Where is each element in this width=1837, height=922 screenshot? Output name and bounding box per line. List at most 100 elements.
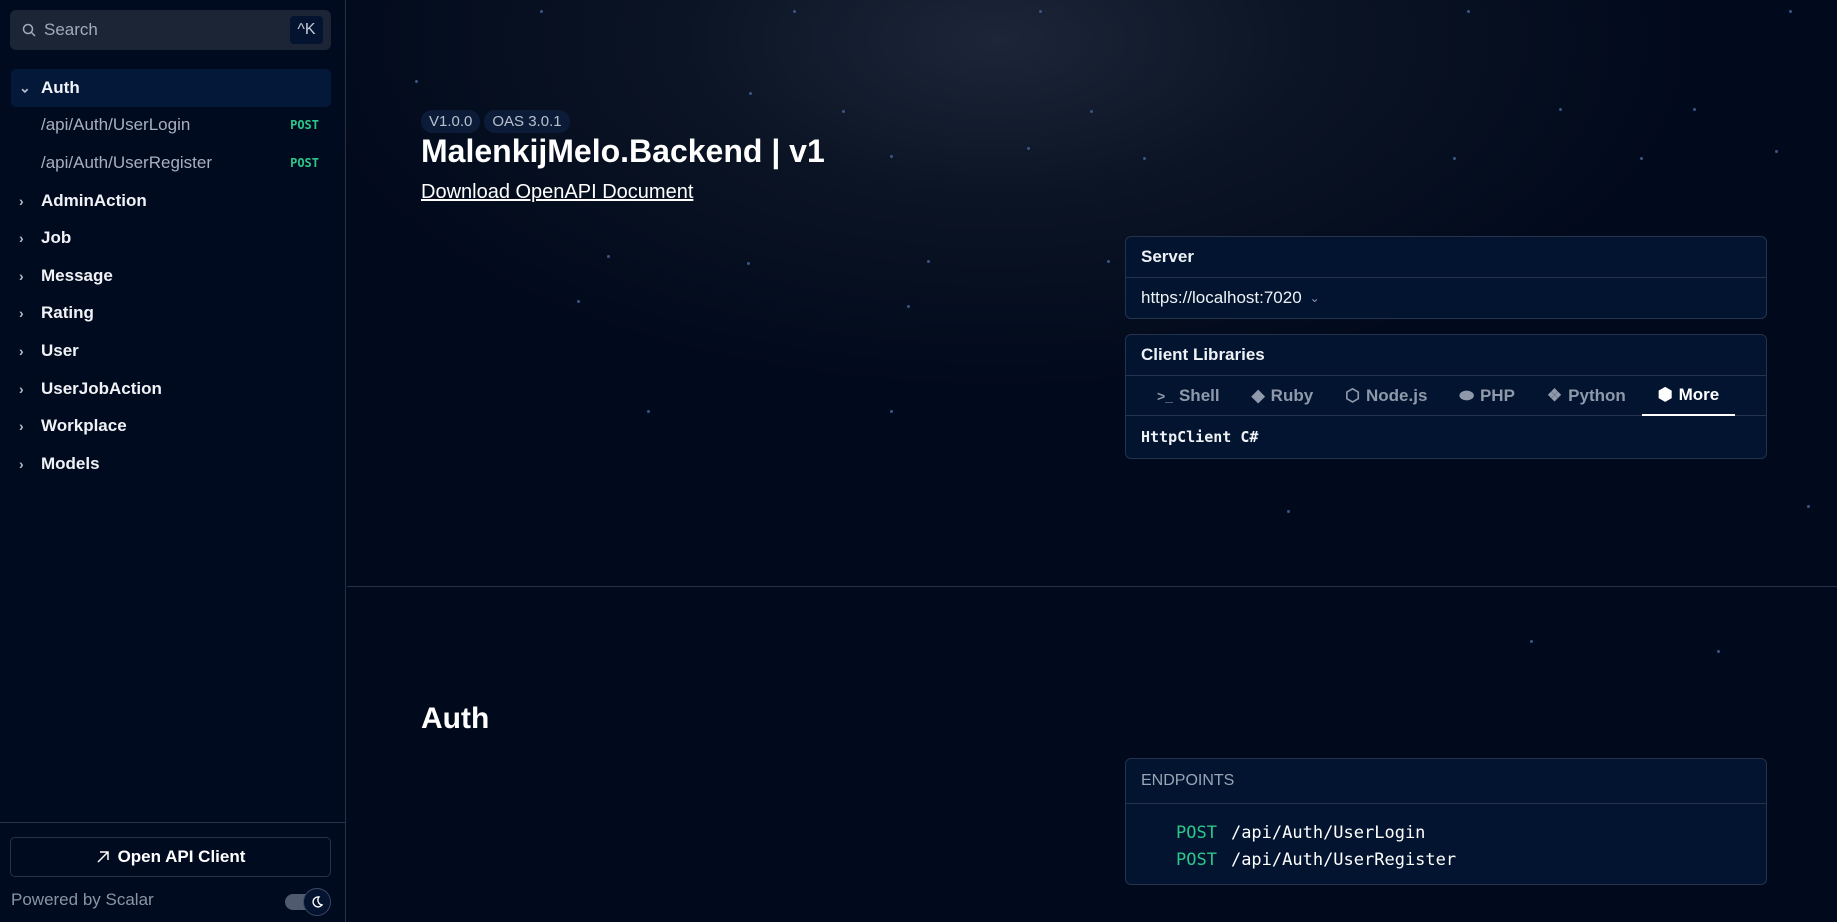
- tab-label: Python: [1568, 385, 1626, 405]
- star-dot: [1467, 10, 1470, 13]
- sidebar: Search ^K ⌄ Auth /api/Auth/UserLogin POST …: [0, 0, 346, 922]
- nodejs-icon: ⬡: [1345, 385, 1361, 405]
- endpoint-path: /api/Auth/UserLogin: [41, 115, 191, 135]
- star-dot: [577, 300, 580, 303]
- download-openapi-link[interactable]: Download OpenAPI Document: [421, 181, 693, 204]
- star-dot: [1789, 10, 1792, 13]
- chevron-right-icon: ›: [19, 267, 24, 284]
- tab-nodejs[interactable]: ⬡ Node.js: [1329, 376, 1443, 416]
- star-dot: [1287, 510, 1290, 513]
- star-dot: [607, 255, 610, 258]
- tab-ruby[interactable]: ◆ Ruby: [1236, 376, 1330, 416]
- method: POST: [1176, 849, 1217, 870]
- tab-label: Ruby: [1270, 385, 1314, 405]
- sidebar-item-label: AdminAction: [41, 190, 147, 210]
- ruby-icon: ◆: [1251, 385, 1265, 405]
- version-badge: V1.0.0: [421, 110, 481, 133]
- star-dot: [1039, 10, 1042, 13]
- chevron-down-icon: ⌄: [19, 79, 31, 96]
- sidebar-item-adminaction[interactable]: › AdminAction: [11, 182, 331, 220]
- chevron-right-icon: ›: [19, 380, 24, 397]
- sidebar-item-job[interactable]: › Job: [11, 219, 331, 257]
- star-dot: [1807, 505, 1810, 508]
- server-card: Server https://localhost:7020 ⌄: [1125, 236, 1767, 319]
- sidebar-nav: ⌄ Auth /api/Auth/UserLogin POST /api/Auth/…: [11, 69, 331, 483]
- star-dot: [1775, 150, 1778, 153]
- star-dot: [540, 10, 543, 13]
- open-api-client-label: Open API Client: [117, 847, 246, 866]
- sidebar-item-label: Auth: [41, 77, 80, 97]
- star-dot: [1530, 640, 1533, 643]
- search-placeholder: Search: [44, 20, 98, 39]
- star-dot: [890, 155, 893, 158]
- oas-badge: OAS 3.0.1: [484, 110, 570, 133]
- sidebar-item-label: User: [41, 340, 79, 360]
- tab-label: Node.js: [1366, 385, 1428, 405]
- sidebar-item-workplace[interactable]: › Workplace: [11, 407, 331, 445]
- version-badges: V1.0.0 OAS 3.0.1: [421, 110, 570, 133]
- sidebar-endpoint-userlogin[interactable]: /api/Auth/UserLogin POST: [11, 107, 331, 145]
- star-dot: [647, 410, 650, 413]
- selected-client[interactable]: HttpClient C#: [1126, 416, 1766, 458]
- star-dot: [1107, 260, 1110, 263]
- tab-python[interactable]: ❖ Python: [1531, 376, 1642, 416]
- star-dot: [1559, 108, 1562, 111]
- method-badge: POST: [290, 155, 319, 170]
- python-icon: ❖: [1546, 385, 1563, 405]
- endpoint-link[interactable]: POST/api/Auth/UserLogin: [1176, 819, 1766, 846]
- endpoint-link[interactable]: POST/api/Auth/UserRegister: [1176, 846, 1766, 873]
- sidebar-item-userjobaction[interactable]: › UserJobAction: [11, 370, 331, 408]
- endpoints-label: ENDPOINTS: [1126, 759, 1766, 804]
- sidebar-item-auth[interactable]: ⌄ Auth: [11, 69, 331, 107]
- star-dot: [1453, 157, 1456, 160]
- chevron-right-icon: ›: [19, 342, 24, 359]
- tab-label: More: [1678, 384, 1720, 404]
- terminal-icon: >_: [1157, 387, 1173, 404]
- open-api-client-button[interactable]: Open API Client: [10, 837, 331, 877]
- star-dot: [1717, 650, 1720, 653]
- sidebar-item-label: Rating: [41, 303, 94, 323]
- tab-more[interactable]: ⬢ More: [1641, 376, 1736, 416]
- star-dot: [927, 260, 930, 263]
- search-icon: [22, 23, 36, 37]
- php-icon: ⬬: [1459, 385, 1474, 405]
- path: /api/Auth/UserRegister: [1230, 849, 1457, 870]
- chevron-right-icon: ›: [19, 305, 24, 322]
- sidebar-item-models[interactable]: › Models: [11, 445, 331, 483]
- moon-icon: [312, 896, 324, 908]
- sidebar-item-label: Workplace: [41, 416, 127, 436]
- powered-by-link[interactable]: Powered by Scalar: [11, 890, 154, 910]
- method-badge: POST: [290, 118, 319, 133]
- chevron-right-icon: ›: [19, 230, 24, 247]
- star-dot: [1090, 110, 1093, 113]
- star-dot: [749, 92, 752, 95]
- star-dot: [890, 410, 893, 413]
- sidebar-item-rating[interactable]: › Rating: [11, 295, 331, 333]
- chevron-right-icon: ›: [19, 418, 24, 435]
- sidebar-item-message[interactable]: › Message: [11, 257, 331, 295]
- sidebar-endpoint-userregister[interactable]: /api/Auth/UserRegister POST: [11, 144, 331, 182]
- tab-label: PHP: [1479, 385, 1515, 405]
- endpoints-card: ENDPOINTS POST/api/Auth/UserLogin POST/a…: [1125, 758, 1767, 885]
- tab-php[interactable]: ⬬ PHP: [1443, 376, 1531, 416]
- chevron-right-icon: ›: [19, 455, 24, 472]
- search-input[interactable]: Search ^K: [10, 10, 331, 50]
- divider: [0, 822, 346, 823]
- main-content: V1.0.0 OAS 3.0.1 MalenkijMelo.Backend | …: [347, 0, 1837, 922]
- csharp-icon: ⬢: [1657, 384, 1673, 404]
- client-library-tabs: >_ Shell ◆ Ruby ⬡ Node.js ⬬ PHP ❖ Python ⬢ Mor…: [1126, 376, 1766, 416]
- tab-shell[interactable]: >_ Shell: [1141, 376, 1236, 416]
- star-dot: [1143, 157, 1146, 160]
- server-label: Server: [1126, 237, 1766, 278]
- tab-label: Shell: [1178, 385, 1220, 405]
- sidebar-item-label: Message: [41, 265, 113, 285]
- sidebar-item-user[interactable]: › User: [11, 332, 331, 370]
- server-url: https://localhost:7020: [1141, 288, 1302, 307]
- star-dot: [793, 10, 796, 13]
- star-dot: [1640, 157, 1643, 160]
- server-select[interactable]: https://localhost:7020 ⌄: [1126, 278, 1766, 318]
- section-divider: [347, 586, 1837, 587]
- dark-mode-toggle[interactable]: [285, 888, 331, 916]
- arrow-up-right-icon: [97, 851, 109, 863]
- section-title: Auth: [421, 702, 490, 735]
